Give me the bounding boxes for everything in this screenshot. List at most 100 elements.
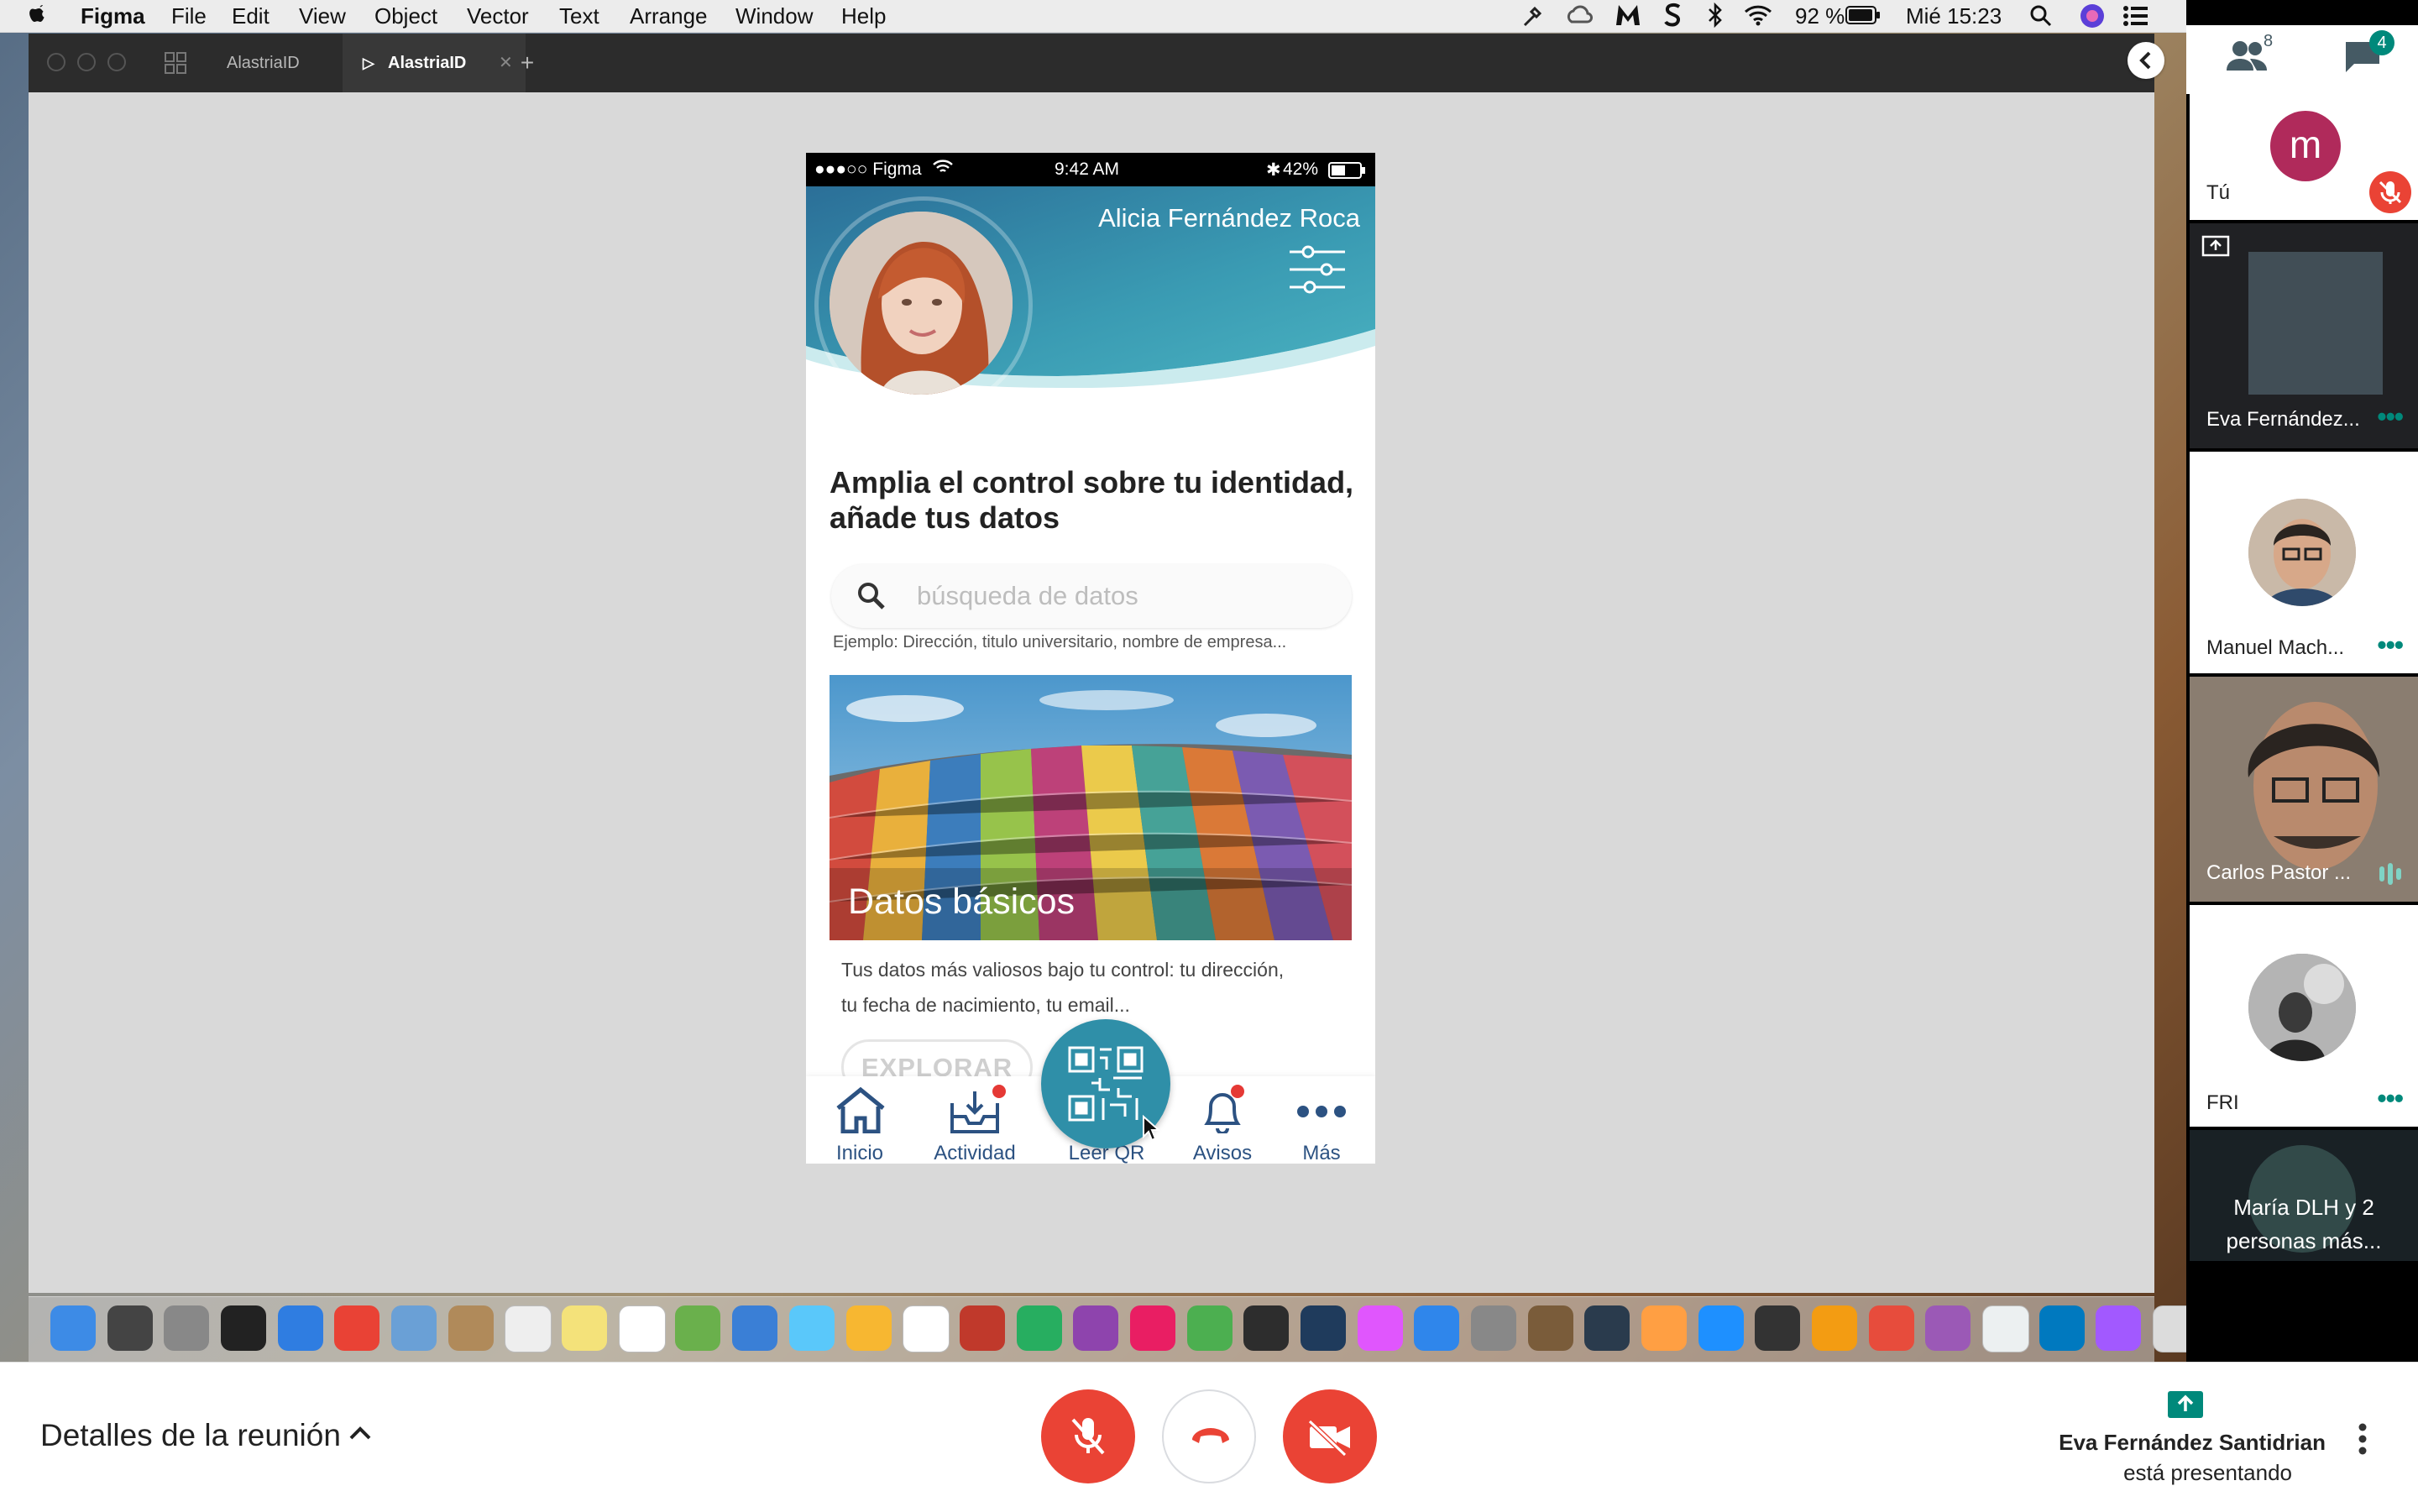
dock-app-icon[interactable]: [50, 1305, 96, 1351]
dock-app-icon[interactable]: [1129, 1305, 1175, 1351]
dock-app-icon[interactable]: [334, 1305, 380, 1351]
dock-app-icon[interactable]: [903, 1305, 950, 1352]
wifi-icon[interactable]: [1743, 3, 1773, 27]
participant-tile-self[interactable]: m Tú: [2190, 94, 2418, 220]
hang-up-button[interactable]: [1162, 1389, 1256, 1483]
participant-tile[interactable]: FRI •••: [2190, 905, 2418, 1127]
dock-app-icon[interactable]: [1925, 1305, 1971, 1351]
menu-view[interactable]: View: [299, 3, 346, 29]
tab-alastriaid-2[interactable]: ▷ AlastriaID ✕: [343, 34, 526, 92]
dock-app-icon[interactable]: [277, 1305, 323, 1351]
nav-label: Inicio: [835, 1142, 884, 1164]
profile-avatar[interactable]: [830, 212, 1013, 395]
dock-app-icon[interactable]: [107, 1305, 153, 1351]
menu-object[interactable]: Object: [374, 3, 437, 29]
menu-text[interactable]: Text: [559, 3, 599, 29]
menu-arrange[interactable]: Arrange: [630, 3, 708, 29]
menu-window[interactable]: Window: [735, 3, 813, 29]
new-tab-button[interactable]: +: [510, 34, 544, 92]
dock-app-icon[interactable]: [2039, 1305, 2085, 1351]
avatar: [2248, 954, 2356, 1061]
menu-figma[interactable]: Figma: [81, 3, 145, 29]
dock-app-icon[interactable]: [1812, 1305, 1858, 1351]
dock-app-icon[interactable]: [2153, 1305, 2186, 1352]
dock-app-icon[interactable]: [788, 1305, 835, 1351]
window-zoom-button[interactable]: [107, 53, 126, 71]
more-options-icon[interactable]: •••: [2377, 401, 2404, 432]
dock-app-icon[interactable]: [1073, 1305, 1119, 1351]
presenting-icon: [2201, 235, 2230, 259]
creative-cloud-icon[interactable]: [1565, 3, 1595, 29]
more-options-icon[interactable]: •••: [2377, 1083, 2404, 1114]
settings-sliders-icon[interactable]: [1288, 245, 1347, 294]
dock-app-icon[interactable]: [1016, 1305, 1062, 1351]
dock-app-icon[interactable]: [447, 1305, 494, 1351]
dock-app-icon[interactable]: [1584, 1305, 1630, 1351]
menu-file[interactable]: File: [171, 3, 207, 29]
dock-app-icon[interactable]: [959, 1305, 1005, 1351]
dock-app-icon[interactable]: [164, 1305, 210, 1351]
menu-vector[interactable]: Vector: [467, 3, 529, 29]
avisos-notification-dot: [1231, 1085, 1244, 1098]
camera-toggle-button[interactable]: [1283, 1389, 1377, 1483]
clock[interactable]: Mié 15:23: [1906, 3, 2002, 29]
more-options-icon[interactable]: •••: [2377, 630, 2404, 661]
participant-tile-overflow[interactable]: María DLH y 2 personas más...: [2190, 1130, 2418, 1261]
participant-tile-video[interactable]: Carlos Pastor ...: [2190, 677, 2418, 902]
dock-app-icon[interactable]: [1755, 1305, 1801, 1351]
dock-app-icon[interactable]: [1300, 1305, 1346, 1351]
mac-dock: [29, 1296, 2186, 1362]
dock-app-icon[interactable]: [675, 1305, 721, 1351]
bluetooth-icon[interactable]: [1706, 2, 1725, 29]
search-input[interactable]: búsqueda de datos: [831, 564, 1352, 628]
meeting-details-button[interactable]: Detalles de la reunión: [40, 1418, 341, 1453]
people-tab[interactable]: 8: [2225, 32, 2273, 72]
dock-app-icon[interactable]: [618, 1305, 666, 1352]
dock-app-icon[interactable]: [1186, 1305, 1233, 1351]
search-example-hint: Ejemplo: Dirección, titulo universitario…: [833, 633, 1287, 651]
dock-app-icon[interactable]: [732, 1305, 778, 1351]
dock-app-icon[interactable]: [1868, 1305, 1914, 1351]
dock-app-icon[interactable]: [1641, 1305, 1688, 1351]
presenter-name: Eva Fernández Santidrian: [2059, 1430, 2326, 1455]
collapse-panel-button[interactable]: [2128, 42, 2164, 79]
color-picker-icon[interactable]: [1520, 3, 1545, 29]
datos-basicos-card-image[interactable]: Datos básicos: [830, 675, 1352, 940]
chat-tab[interactable]: 4: [2342, 30, 2394, 76]
scrivener-icon[interactable]: [1662, 2, 1684, 29]
dock-app-icon[interactable]: [505, 1305, 552, 1352]
dock-app-icon[interactable]: [221, 1305, 267, 1351]
dock-app-icon[interactable]: [1414, 1305, 1460, 1351]
dock-app-icon[interactable]: [1527, 1305, 1573, 1351]
dock-app-icon[interactable]: [1243, 1305, 1290, 1351]
dock-app-icon[interactable]: [1357, 1305, 1403, 1351]
nav-label: Más: [1302, 1142, 1341, 1164]
dock-app-icon[interactable]: [1982, 1305, 2030, 1352]
menu-edit[interactable]: Edit: [232, 3, 270, 29]
file-browser-grid-icon[interactable]: [165, 52, 186, 74]
mac-menubar: Figma File Edit View Object Vector Text …: [0, 0, 2186, 33]
dock-app-icon[interactable]: [2096, 1305, 2142, 1351]
dock-app-icon[interactable]: [845, 1305, 892, 1351]
participant-tile-presenter[interactable]: Eva Fernández... •••: [2190, 223, 2418, 448]
chevron-up-icon[interactable]: [348, 1423, 373, 1443]
spotlight-search-icon[interactable]: [2028, 3, 2054, 29]
window-minimize-button[interactable]: [77, 53, 96, 71]
card-description: Tus datos más valiosos bajo tu control: …: [841, 959, 1285, 1016]
siri-icon[interactable]: [2079, 3, 2106, 29]
notification-center-icon[interactable]: [2122, 5, 2149, 27]
avatar: m: [2270, 111, 2341, 181]
dock-app-icon[interactable]: [391, 1305, 437, 1351]
dock-app-icon[interactable]: [1698, 1305, 1744, 1351]
dock-app-icon[interactable]: [1471, 1305, 1516, 1351]
menu-help[interactable]: Help: [841, 3, 886, 29]
participant-tile[interactable]: Manuel Mach... •••: [2190, 452, 2418, 673]
apple-menu-icon[interactable]: [29, 2, 50, 27]
window-close-button[interactable]: [47, 53, 65, 71]
mic-toggle-button[interactable]: [1041, 1389, 1135, 1483]
malwarebytes-icon[interactable]: [1614, 2, 1642, 29]
dock-app-icon[interactable]: [562, 1305, 608, 1351]
battery-icon[interactable]: [1845, 5, 1881, 25]
more-vert-icon[interactable]: [2358, 1423, 2368, 1455]
page-heading: Amplia el control sobre tu identidad, añ…: [830, 465, 1354, 535]
